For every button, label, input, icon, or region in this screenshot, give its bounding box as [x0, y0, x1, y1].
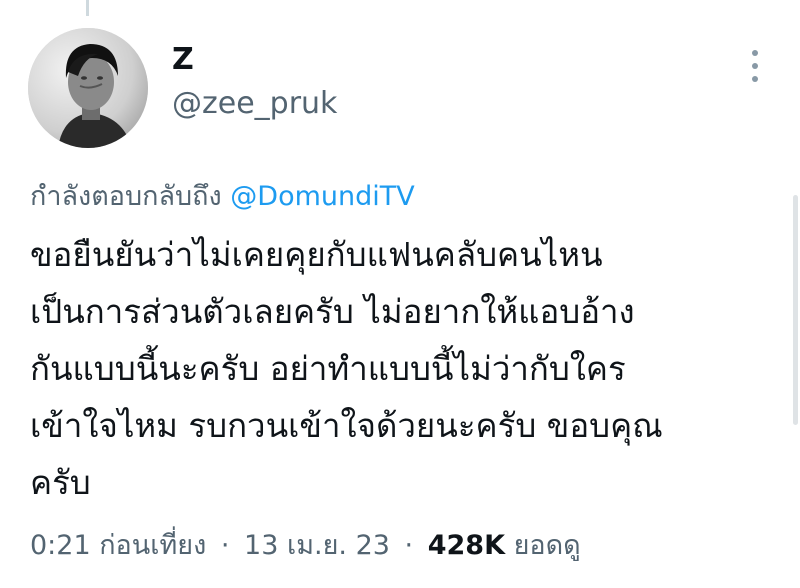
- reply-context-prefix: กำลังตอบกลับถึง: [30, 181, 222, 212]
- views-count[interactable]: 428K: [428, 530, 505, 561]
- tweet-text-line: ครับ: [30, 463, 91, 502]
- meta-separator: ·: [404, 530, 414, 561]
- more-vertical-icon-dot: [752, 76, 758, 82]
- meta-separator: ·: [220, 530, 230, 561]
- more-vertical-icon: [752, 50, 758, 56]
- reply-context: กำลังตอบกลับถึง @DomundiTV: [30, 174, 415, 217]
- views-label: ยอดดู: [513, 530, 581, 561]
- tweet-text: ขอยืนยันว่าไม่เคยคุยกับแฟนคลับคนไหน เป็น…: [30, 226, 770, 511]
- scrollbar[interactable]: [793, 195, 798, 425]
- tweet-time[interactable]: 0:21 ก่อนเที่ยง: [30, 530, 206, 561]
- tweet-text-line: เข้าใจไหม รบกวนเข้าใจด้วยนะครับ ขอบคุณ: [30, 406, 663, 445]
- tweet-text-line: ขอยืนยันว่าไม่เคยคุยกับแฟนคลับคนไหน: [30, 235, 603, 274]
- avatar[interactable]: [28, 28, 148, 148]
- reply-mention-link[interactable]: @DomundiTV: [230, 181, 414, 212]
- tweet-text-line: กันแบบนี้นะครับ อย่าทำแบบนี้ไม่ว่ากับใคร: [30, 349, 626, 388]
- tweet-text-line: เป็นการส่วนตัวเลยครับ ไม่อยากให้แอบอ้าง: [30, 292, 635, 331]
- author-display-name[interactable]: Z: [172, 42, 194, 77]
- tweet-date[interactable]: 13 เม.ย. 23: [244, 530, 390, 561]
- avatar-photo: [28, 28, 148, 148]
- more-options-button[interactable]: [744, 48, 766, 84]
- tweet-metadata: 0:21 ก่อนเที่ยง · 13 เม.ย. 23 · 428K ยอด…: [30, 523, 581, 566]
- author-handle[interactable]: @zee_pruk: [172, 86, 337, 121]
- more-vertical-icon-dot: [752, 63, 758, 69]
- thread-connector-line: [86, 0, 89, 16]
